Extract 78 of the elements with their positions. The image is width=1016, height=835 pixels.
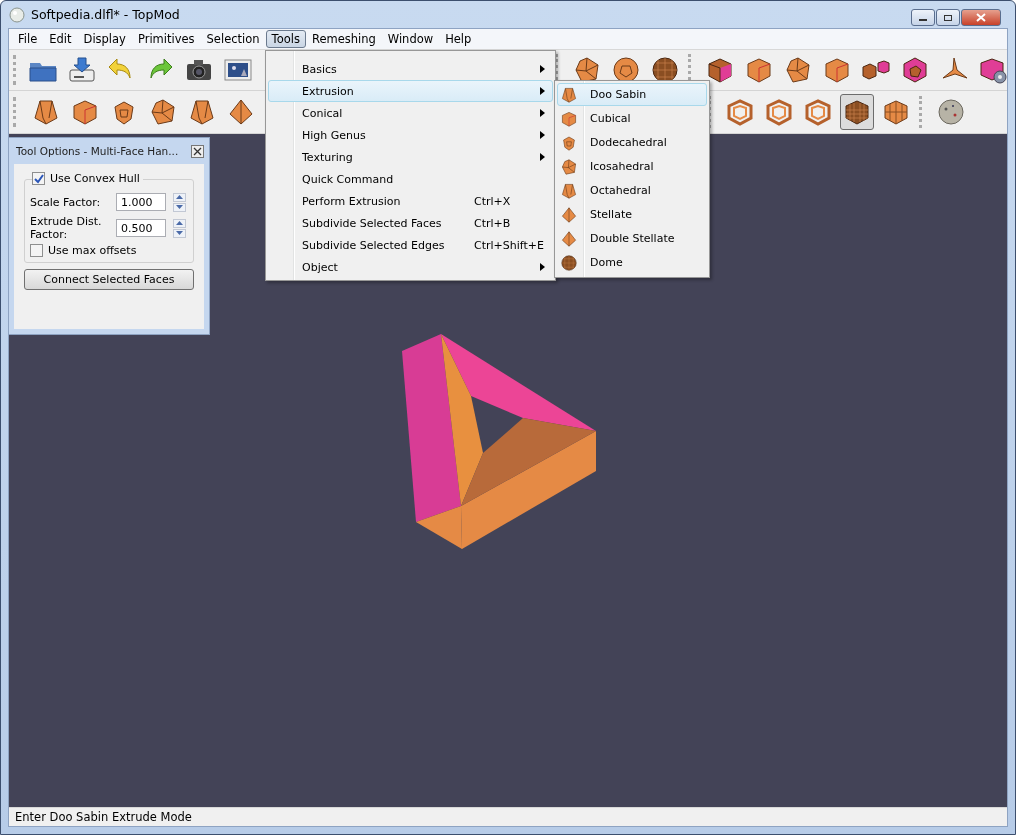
toolbar-handle[interactable] [13, 55, 16, 85]
menu-item[interactable]: Remeshing [305, 30, 382, 48]
maximize-button[interactable] [936, 9, 960, 26]
menu-item[interactable]: Doo Sabin [557, 83, 707, 106]
frustum-icon [187, 97, 217, 127]
menu-item[interactable]: Extrusion [268, 80, 553, 102]
menu-item[interactable]: Perform Extrusion Ctrl+X [268, 190, 553, 212]
checkbox[interactable] [32, 172, 45, 185]
menu-item[interactable]: Tools [265, 30, 306, 48]
menu-item[interactable]: File [12, 30, 44, 48]
spin-down-button[interactable] [173, 202, 186, 212]
menu-item[interactable]: Octahedral [557, 179, 707, 202]
up-arrow-icon [176, 221, 183, 225]
field-label: Scale Factor: [30, 195, 102, 209]
menu-item[interactable]: Subdivide Selected Edges Ctrl+Shift+E [268, 234, 553, 256]
spin-up-button[interactable] [173, 192, 186, 202]
checkbox-label: Use max offsets [48, 244, 137, 257]
submenu-arrow-icon [540, 65, 545, 73]
menu-item[interactable]: Icosahedral [557, 155, 707, 178]
close-icon [976, 13, 986, 22]
menu-item[interactable]: Dome [557, 251, 707, 274]
menu-item[interactable]: Texturing [268, 146, 553, 168]
stone-sphere-icon [936, 97, 966, 127]
menu-item[interactable]: Subdivide Selected Faces Ctrl+B [268, 212, 553, 234]
spin-down-button[interactable] [173, 228, 186, 238]
close-button[interactable] [191, 144, 204, 158]
number-field[interactable]: 0.500 [116, 219, 166, 237]
pyramid-icon [560, 229, 578, 248]
wireframe-cube-icon [725, 97, 755, 127]
field-label: Extrude Dist. Factor: [30, 215, 102, 241]
dodecahedron-icon [900, 55, 930, 85]
submenu-arrow-icon [540, 263, 545, 271]
menu-item[interactable]: Dodecahedral [557, 131, 707, 154]
menu-item[interactable]: Cubical [557, 107, 707, 130]
status-text: Enter Doo Sabin Extrude Mode [15, 810, 192, 824]
pyramid-icon [560, 205, 578, 224]
submenu-arrow-icon [540, 109, 545, 117]
down-arrow-icon [176, 231, 183, 235]
checkbox[interactable] [30, 244, 43, 257]
menu-item[interactable]: Edit [43, 30, 78, 48]
menu-item[interactable]: Conical [268, 102, 553, 124]
polyhedron-icon [560, 157, 578, 176]
down-arrow-icon [176, 205, 183, 209]
app-icon [9, 6, 25, 23]
submenu-arrow-icon [540, 87, 545, 95]
menu-item[interactable]: Display [77, 30, 132, 48]
close-button[interactable] [961, 9, 1001, 26]
cube-icon [560, 109, 578, 128]
disk-drive-icon [67, 55, 97, 85]
menu-item[interactable]: Double Stellate [557, 227, 707, 250]
wireframe-cube-icon [803, 97, 833, 127]
wireframe-cube-icon [764, 97, 794, 127]
toolbar-handle[interactable] [13, 97, 19, 127]
toolbar-button[interactable] [840, 94, 874, 130]
menu-item[interactable]: Selection [200, 30, 266, 48]
up-arrow-icon [176, 195, 183, 199]
checkbox-label: Use Convex Hull [50, 172, 140, 185]
mesh-sphere-icon [560, 253, 578, 272]
spin-up-button[interactable] [173, 218, 186, 228]
close-icon [193, 146, 202, 156]
panel-title: Tool Options - Multi-Face Han... [16, 145, 179, 157]
window-title: Softpedia.dlfl* - TopMod [31, 7, 180, 22]
frustum-icon [560, 181, 578, 200]
menu-item[interactable]: Window [381, 30, 440, 48]
frustum-icon [31, 97, 61, 127]
number-field[interactable]: 1.000 [116, 193, 166, 211]
maximize-icon [943, 13, 953, 22]
submenu-arrow-icon [540, 153, 545, 161]
submenu-arrow-icon [540, 131, 545, 139]
menu-item[interactable]: Basics [268, 58, 553, 80]
menu-item[interactable]: Help [439, 30, 478, 48]
frustum-icon [560, 85, 578, 104]
menu-item[interactable]: Primitives [131, 30, 201, 48]
menu-item[interactable]: Object [268, 256, 553, 278]
menu-item[interactable]: Stellate [557, 203, 707, 226]
connect-faces-button[interactable]: Connect Selected Faces [24, 269, 194, 290]
minimize-button[interactable] [911, 9, 935, 26]
menu-item[interactable]: Quick Command [268, 168, 553, 190]
